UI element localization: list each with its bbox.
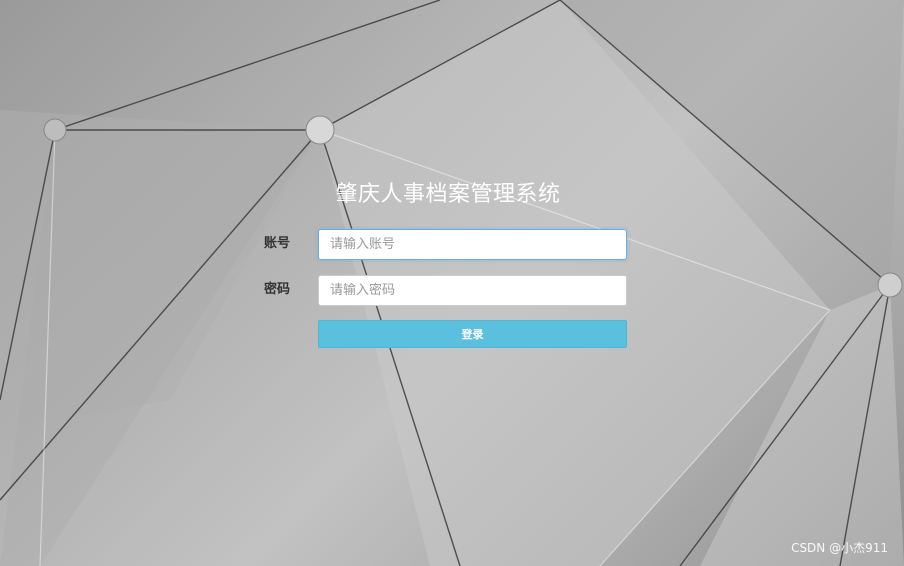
watermark: CSDN @小杰911: [791, 541, 888, 555]
password-label: 密码: [263, 282, 290, 297]
login-button[interactable]: 登录: [318, 320, 627, 348]
account-input[interactable]: [318, 229, 627, 260]
password-input[interactable]: [318, 275, 627, 306]
account-label: 账号: [263, 236, 290, 251]
login-page: 肇庆人事档案管理系统 账号 密码 登录 CSDN @小杰911: [0, 0, 904, 566]
page-title: 肇庆人事档案管理系统: [335, 182, 561, 207]
